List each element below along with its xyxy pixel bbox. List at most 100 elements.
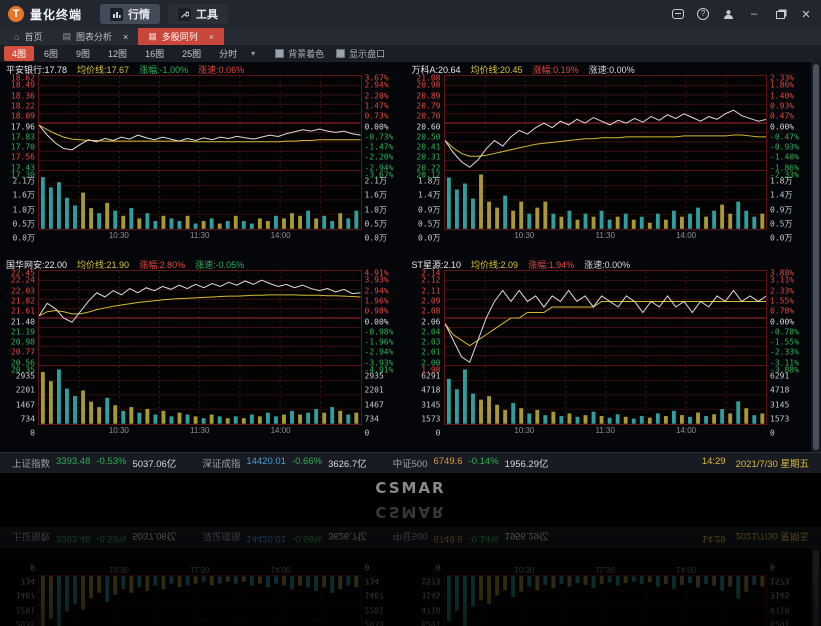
index-quote: 中证5006749.6-0.14%1956.29亿 bbox=[393, 530, 549, 544]
status-date: 2021/7/30 星期五 bbox=[736, 530, 809, 544]
price-axis-label: 2.06 bbox=[421, 317, 440, 326]
volume-axis-label: 3145 bbox=[421, 400, 440, 409]
price-plot[interactable] bbox=[38, 270, 362, 366]
percent-axis-label: -0.98% bbox=[365, 327, 394, 336]
tab-chart-analysis[interactable]: ▤图表分析× bbox=[52, 28, 138, 45]
volume-plot[interactable] bbox=[38, 366, 362, 425]
percent-axis-label: 0.98% bbox=[365, 307, 389, 316]
index-quotes: 上证指数3393.48-0.53%5037.06亿深证成指14420.01-0.… bbox=[12, 530, 575, 544]
time-axis: 10:3011:3014:00 bbox=[444, 564, 768, 575]
time-label: 11:30 bbox=[190, 231, 209, 240]
index-name: 深证成指 bbox=[202, 530, 240, 544]
volume-axis-label: 1.0万 bbox=[13, 204, 35, 215]
price-plot[interactable] bbox=[38, 75, 362, 171]
clock: 14:29 2021/7/30 星期五 bbox=[702, 530, 809, 544]
volume-axis-label: 1.8万 bbox=[770, 175, 792, 186]
time-label: 11:30 bbox=[596, 565, 615, 574]
volume-axis-label: 0 bbox=[365, 562, 370, 571]
volume-axis-label: 1.0万 bbox=[365, 204, 387, 215]
tab-multi-stock[interactable]: ▦多股同列× bbox=[138, 28, 224, 45]
chart-pinganyinhang[interactable]: 平安银行:17.78 均价线:17.67 涨幅:-1.00% 涨速:0.06% … bbox=[0, 62, 406, 257]
volume-plot[interactable] bbox=[38, 575, 362, 626]
right-axis: 3.88%3.11%2.33%1.55%0.78%0.00%-0.78%-1.5… bbox=[767, 270, 811, 436]
volume-axis-label: 1.6万 bbox=[365, 190, 387, 201]
index-name: 中证500 bbox=[393, 530, 428, 544]
price-plot[interactable] bbox=[444, 270, 768, 366]
volume-axis-label: 1573 bbox=[421, 414, 440, 423]
volume-axis-label: 0.0万 bbox=[13, 233, 35, 244]
chart-stxingyuan[interactable]: ST星源:2.10 均价线:2.09 涨幅:1.94% 涨速:0.00% 2.1… bbox=[406, 257, 812, 452]
volume-plot[interactable] bbox=[38, 171, 362, 230]
view-button-6图[interactable]: 6图 bbox=[36, 46, 66, 61]
percent-axis-label: 1.47% bbox=[365, 101, 389, 110]
index-value: 14420.01 bbox=[246, 456, 286, 470]
checkbox-box[interactable] bbox=[275, 49, 284, 58]
chart-wankea[interactable]: 万科A:20.64 均价线:20.45 涨幅:0.19% 涨速:0.00% 21… bbox=[406, 62, 812, 257]
user-icon[interactable] bbox=[721, 7, 735, 21]
volume-axis-label: 2.1万 bbox=[13, 175, 35, 186]
restore-button[interactable] bbox=[773, 7, 787, 21]
charts-grid: 平安银行:17.78 均价线:17.67 涨幅:-1.00% 涨速:0.06% … bbox=[0, 62, 811, 452]
price-axis-label: 20.98 bbox=[11, 338, 35, 347]
tab-home[interactable]: ⌂首页 bbox=[4, 28, 52, 45]
volume-plot[interactable] bbox=[444, 366, 768, 425]
price-axis-label: 21.40 bbox=[11, 317, 35, 326]
chevron-down-icon[interactable]: ▾ bbox=[251, 49, 255, 58]
time-label: 14:00 bbox=[271, 231, 291, 240]
view-button-分时[interactable]: 分时 bbox=[211, 46, 245, 61]
volume-axis-label: 2201 bbox=[16, 386, 35, 395]
price-axis-label: 17.70 bbox=[11, 143, 35, 152]
view-button-25图[interactable]: 25图 bbox=[174, 46, 209, 61]
volume-axis-label: 4718 bbox=[770, 386, 789, 395]
price-axis-label: 22.03 bbox=[11, 286, 35, 295]
menu-tools-label: 工具 bbox=[196, 6, 218, 22]
percent-axis-label: -0.73% bbox=[365, 132, 394, 141]
view-button-9图[interactable]: 9图 bbox=[68, 46, 98, 61]
help-icon[interactable]: ? bbox=[697, 8, 709, 20]
vertical-scrollbar[interactable] bbox=[811, 548, 821, 626]
index-name: 深证成指 bbox=[202, 456, 240, 470]
percent-axis-label: 0.00% bbox=[770, 317, 794, 326]
close-tab-icon[interactable]: × bbox=[123, 32, 128, 42]
menu-market-button[interactable]: 行情 bbox=[100, 4, 160, 24]
checkbox-box[interactable] bbox=[336, 49, 345, 58]
percent-axis-label: 1.40% bbox=[770, 91, 794, 100]
view-button-4图[interactable]: 4图 bbox=[4, 46, 34, 61]
vertical-scrollbar[interactable] bbox=[811, 62, 821, 452]
price-axis-label: 20.60 bbox=[416, 122, 440, 131]
close-tab-icon[interactable]: × bbox=[209, 32, 214, 42]
volume-plot[interactable] bbox=[444, 171, 768, 230]
volume-axis-label: 0.5万 bbox=[13, 218, 35, 229]
tray-icon[interactable] bbox=[671, 7, 685, 21]
scrollbar-thumb[interactable] bbox=[813, 550, 819, 626]
checkbox-显示盘口[interactable]: 显示盘口 bbox=[336, 47, 385, 60]
watermark-strip: CSMAR bbox=[0, 500, 821, 527]
change-speed-label: 涨速:0.06% bbox=[198, 63, 244, 76]
index-turnover: 1956.29亿 bbox=[505, 530, 549, 544]
volume-axis-label: 6291 bbox=[770, 620, 789, 626]
volume-plot[interactable] bbox=[444, 575, 768, 626]
menu-tools-button[interactable]: 工具 bbox=[168, 4, 228, 24]
volume-axis-label: 1573 bbox=[770, 577, 789, 586]
volume-axis-label: 1573 bbox=[770, 414, 789, 423]
price-axis-label: 17.96 bbox=[11, 122, 35, 131]
chart-guohuawangan[interactable]: 国华网安:22.00 均价线:21.90 涨幅:2.80% 涨速:-0.05% … bbox=[0, 257, 406, 452]
minimize-button[interactable]: – bbox=[747, 7, 761, 21]
view-button-12图[interactable]: 12图 bbox=[100, 46, 135, 61]
price-axis-label: 20.50 bbox=[416, 132, 440, 141]
left-axis: 22.4522.2422.0321.8221.6121.4021.1920.98… bbox=[0, 270, 38, 436]
price-axis-label: 20.89 bbox=[416, 91, 440, 100]
checkbox-背景着色[interactable]: 背景着色 bbox=[275, 47, 324, 60]
price-axis-label: 17.56 bbox=[11, 153, 35, 162]
view-button-16图[interactable]: 16图 bbox=[137, 46, 172, 61]
volume-axis-label: 1467 bbox=[16, 591, 35, 600]
chart-stxingyuan[interactable]: ST星源:2.10 均价线:2.09 涨幅:1.94% 涨速:0.00% 2.1… bbox=[406, 548, 812, 626]
close-button[interactable]: ✕ bbox=[799, 7, 813, 21]
price-plot[interactable] bbox=[444, 75, 768, 171]
index-name: 上证指数 bbox=[12, 456, 50, 470]
chart-guohuawangan[interactable]: 国华网安:22.00 均价线:21.90 涨幅:2.80% 涨速:-0.05% … bbox=[0, 548, 406, 626]
change-pct-label: 涨幅:0.19% bbox=[533, 63, 579, 76]
time-label: 11:30 bbox=[190, 426, 209, 435]
volume-axis-label: 3145 bbox=[421, 591, 440, 600]
scrollbar-thumb[interactable] bbox=[813, 64, 819, 450]
